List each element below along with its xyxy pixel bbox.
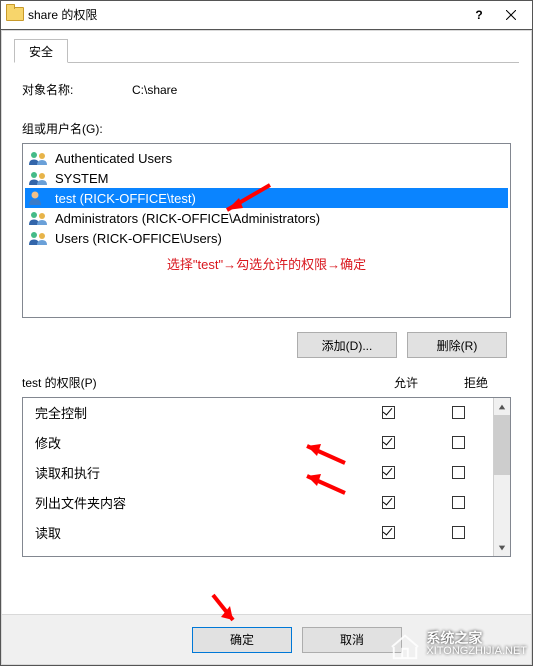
scroll-down[interactable]: [494, 539, 510, 556]
list-item[interactable]: Authenticated Users: [25, 148, 508, 168]
watermark-icon: [390, 630, 420, 660]
window-title: share 的权限: [28, 6, 463, 23]
permission-name: 读取和执行: [23, 463, 353, 482]
titlebar: share 的权限 ?: [0, 0, 533, 30]
tabstrip: 安全: [14, 39, 531, 63]
annotation-text: 选择"test"→勾选允许的权限→确定: [25, 248, 508, 275]
principal-name: SYSTEM: [55, 171, 108, 186]
permission-name: 读取: [23, 523, 353, 542]
permissions-label: test 的权限(P): [22, 374, 371, 391]
list-item[interactable]: test (RICK-OFFICE\test): [25, 188, 508, 208]
add-button[interactable]: 添加(D)...: [297, 332, 397, 358]
scrollbar[interactable]: [493, 398, 510, 556]
list-item[interactable]: SYSTEM: [25, 168, 508, 188]
scroll-up[interactable]: [494, 398, 510, 415]
deny-checkbox[interactable]: [452, 526, 465, 539]
principal-name: Users (RICK-OFFICE\Users): [55, 231, 222, 246]
list-item[interactable]: Users (RICK-OFFICE\Users): [25, 228, 508, 248]
close-button[interactable]: [495, 3, 527, 27]
principal-name: Authenticated Users: [55, 151, 172, 166]
permission-row: 读取和执行: [23, 458, 493, 488]
deny-checkbox[interactable]: [452, 466, 465, 479]
deny-checkbox[interactable]: [452, 406, 465, 419]
principal-name: Administrators (RICK-OFFICE\Administrato…: [55, 211, 320, 226]
permission-name: 修改: [23, 433, 353, 452]
ok-button[interactable]: 确定: [192, 627, 292, 653]
deny-checkbox[interactable]: [452, 436, 465, 449]
allow-checkbox[interactable]: [382, 436, 395, 449]
permissions-box: 完全控制 修改 读取和执行 列出文件夹内容 读取: [22, 397, 511, 557]
folder-icon: [6, 7, 22, 23]
col-allow: 允许: [371, 374, 441, 391]
col-deny: 拒绝: [441, 374, 511, 391]
permission-row: 读取: [23, 518, 493, 548]
object-name-value: C:\share: [132, 83, 177, 97]
groups-label: 组或用户名(G):: [22, 120, 511, 137]
allow-checkbox[interactable]: [382, 496, 395, 509]
permission-row: 修改: [23, 428, 493, 458]
list-item[interactable]: Administrators (RICK-OFFICE\Administrato…: [25, 208, 508, 228]
principal-name: test (RICK-OFFICE\test): [55, 191, 196, 206]
watermark: 系统之家 XITONGZHIJIA.NET: [390, 630, 527, 660]
principal-icon: [27, 210, 51, 226]
tab-label: 安全: [29, 45, 53, 59]
tab-security[interactable]: 安全: [14, 39, 68, 63]
scroll-thumb[interactable]: [494, 415, 510, 475]
object-name-label: 对象名称:: [22, 81, 132, 98]
principal-icon: [27, 150, 51, 166]
permission-name: 完全控制: [23, 403, 353, 422]
allow-checkbox[interactable]: [382, 526, 395, 539]
remove-button[interactable]: 删除(R): [407, 332, 507, 358]
cancel-button[interactable]: 取消: [302, 627, 402, 653]
permission-row: 完全控制: [23, 398, 493, 428]
watermark-line1: 系统之家: [426, 632, 527, 645]
allow-checkbox[interactable]: [382, 466, 395, 479]
help-button[interactable]: ?: [463, 3, 495, 27]
principal-icon: [27, 170, 51, 186]
groups-listbox[interactable]: Authenticated Users SYSTEM test (RICK-OFF…: [22, 143, 511, 318]
principal-icon: [27, 230, 51, 246]
principal-icon: [27, 190, 51, 206]
deny-checkbox[interactable]: [452, 496, 465, 509]
permission-name: 列出文件夹内容: [23, 493, 353, 512]
permission-row: 列出文件夹内容: [23, 488, 493, 518]
allow-checkbox[interactable]: [382, 406, 395, 419]
watermark-line2: XITONGZHIJIA.NET: [426, 645, 527, 658]
